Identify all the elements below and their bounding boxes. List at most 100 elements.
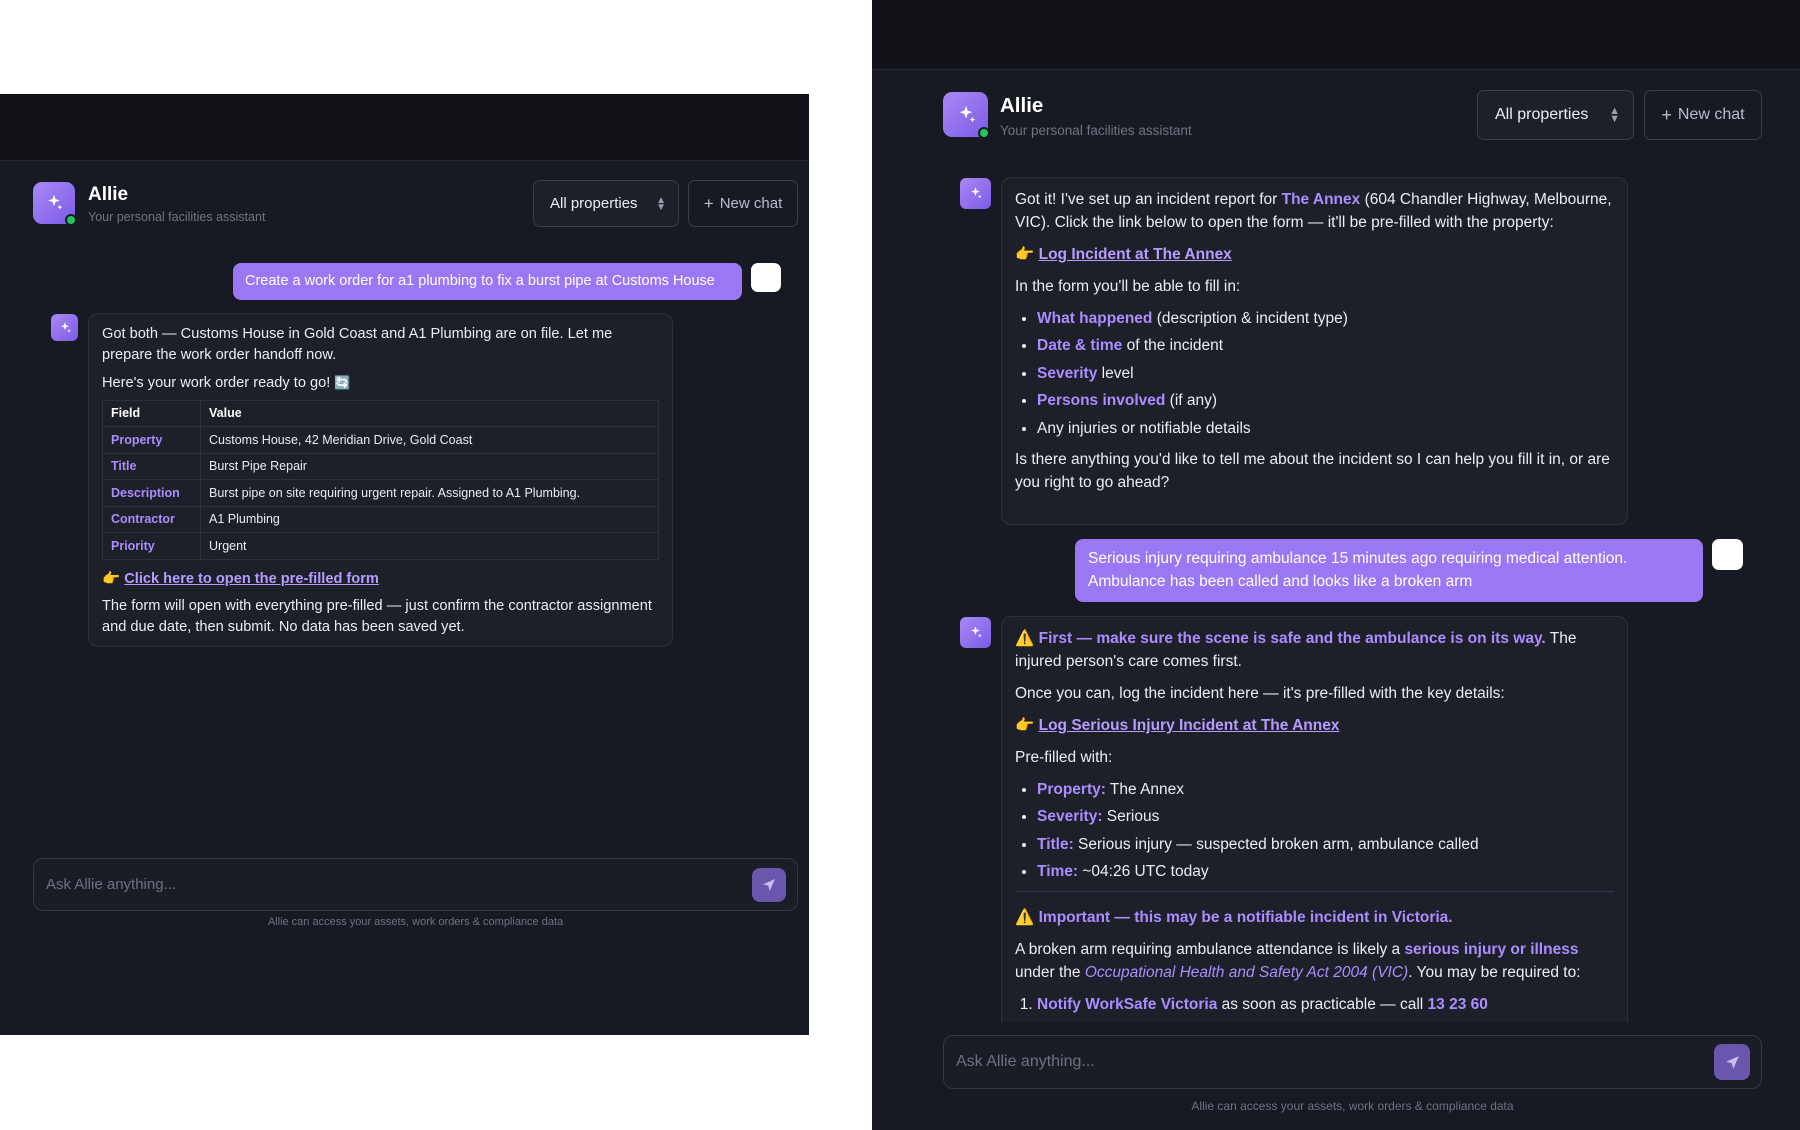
pointing-hand-icon: 👉: [102, 570, 121, 587]
list-item-value: Serious: [1102, 808, 1160, 826]
chat-input-box: [943, 1035, 1762, 1089]
chat-input[interactable]: [956, 1036, 1696, 1088]
log-intro: Once you can, log the incident here — it…: [1015, 685, 1505, 702]
list-item: Date & time of the incident: [1037, 334, 1614, 357]
follow-up-question: Is there anything you'd like to tell me …: [1015, 450, 1610, 491]
phone-number: 13 23 60: [1427, 996, 1488, 1014]
list-item-highlight: Persons involved: [1037, 392, 1166, 410]
log-incident-link[interactable]: Log Incident at The Annex: [1039, 246, 1232, 263]
assistant-name: Allie: [1000, 94, 1044, 117]
list-item-key: Title:: [1037, 835, 1074, 853]
footnote: Allie can access your assets, work order…: [1191, 1099, 1514, 1113]
notif-text: under the: [1015, 964, 1085, 982]
list-item-key: Severity:: [1037, 808, 1103, 826]
user-avatar: [751, 263, 781, 292]
step-text: as soon as practicable — call: [1217, 996, 1428, 1014]
chat-input-box: [33, 858, 798, 911]
list-item-value: ~04:26 UTC today: [1078, 863, 1209, 881]
prefilled-list: Property: The Annex Severity: Serious Ti…: [1037, 778, 1614, 883]
list-item-text: Any injuries or notifiable details: [1037, 419, 1251, 437]
assistant-message-card: Got it! I've set up an incident report f…: [1001, 177, 1628, 525]
intro-text: Got it! I've set up an incident report f…: [1015, 191, 1282, 208]
notifiable-explanation: A broken arm requiring ambulance attenda…: [1015, 938, 1614, 984]
assistant-subtitle: Your personal facilities assistant: [88, 210, 266, 224]
list-item: What happened (description & incident ty…: [1037, 307, 1614, 330]
table-cell-field: Priority: [102, 532, 201, 560]
log-serious-injury-link[interactable]: Log Serious Injury Incident at The Annex: [1039, 717, 1340, 734]
top-bar: [872, 0, 1800, 70]
send-icon: [763, 879, 775, 891]
send-button[interactable]: [752, 868, 786, 902]
chat-input[interactable]: [46, 859, 736, 910]
sparkle-icon: [971, 187, 982, 199]
table-row: Priority Urgent: [102, 532, 659, 560]
assistant-avatar: [51, 314, 78, 341]
work-order-table: Field Value Property Customs House, 42 Me…: [102, 399, 659, 560]
act-reference: Occupational Health and Safety Act 2004 …: [1084, 964, 1409, 982]
list-item-value: The Annex: [1105, 781, 1185, 798]
list-item-key: Time:: [1037, 863, 1079, 881]
new-chat-button[interactable]: + New chat: [1644, 90, 1762, 140]
right-chat-panel: Allie Your personal facilities assistant…: [872, 0, 1800, 1130]
list-item: Persons involved (if any): [1037, 389, 1614, 412]
table-cell-value: Burst Pipe Repair: [200, 452, 659, 480]
table-cell-field: Property: [102, 426, 201, 454]
top-bar: [0, 94, 809, 161]
sparkle-icon: [971, 626, 982, 638]
table-header-value: Value: [200, 399, 659, 427]
ready-line: Here's your work order ready to go! 🔄: [102, 373, 659, 394]
plus-icon: +: [703, 193, 714, 213]
assistant-subtitle: Your personal facilities assistant: [1000, 123, 1192, 138]
chevron-updown-icon: ▲ ▼: [656, 195, 666, 213]
notif-text: A broken arm requiring ambulance attenda…: [1015, 941, 1405, 959]
table-row: Property Customs House, 42 Meridian Drive…: [102, 426, 659, 454]
table-cell-field: Title: [102, 452, 201, 480]
important-highlight: Important — this may be a notifiable inc…: [1038, 909, 1453, 927]
plus-icon: +: [1661, 104, 1672, 125]
step-highlight: Notify WorkSafe Victoria: [1037, 996, 1218, 1014]
user-message-bubble: Serious injury requiring ambulance 15 mi…: [1075, 539, 1703, 602]
open-prefilled-form-link[interactable]: Click here to open the pre-filled form: [124, 571, 379, 587]
online-status-dot: [978, 127, 990, 139]
warning-icon: ⚠️: [1015, 630, 1035, 647]
table-cell-value: Urgent: [200, 532, 659, 560]
assistant-message-card: ⚠️ First — make sure the scene is safe a…: [1001, 616, 1628, 1086]
user-avatar: [1712, 539, 1743, 570]
list-item-highlight: What happened: [1037, 310, 1153, 327]
pointing-hand-icon: 👉: [1015, 246, 1035, 263]
allie-avatar: [943, 92, 990, 139]
notif-highlight: serious injury or illness: [1404, 941, 1579, 959]
property-select[interactable]: All properties ▲ ▼: [533, 180, 679, 227]
list-item-text: (description & incident type): [1152, 310, 1348, 327]
warning-icon: ⚠️: [1015, 909, 1035, 927]
table-cell-value: Burst pipe on site requiring urgent repa…: [200, 479, 659, 507]
table-cell-value: Customs House, 42 Meridian Drive, Gold C…: [200, 426, 659, 454]
table-header-field: Field: [102, 399, 201, 427]
safety-first: ⚠️ First — make sure the scene is safe a…: [1015, 627, 1614, 673]
new-chat-button[interactable]: + New chat: [688, 180, 798, 227]
send-button[interactable]: [1714, 1044, 1750, 1080]
new-chat-label: New chat: [719, 195, 783, 212]
list-item: Notify WorkSafe Victoria as soon as prac…: [1037, 993, 1614, 1016]
fill-list: What happened (description & incident ty…: [1037, 307, 1614, 440]
sparkle-icon: [959, 105, 975, 122]
assistant-avatar: [960, 178, 991, 209]
refresh-emoji-icon: 🔄: [334, 375, 351, 390]
assistant-avatar: [960, 617, 991, 648]
important-notice: ⚠️ Important — this may be a notifiable …: [1015, 906, 1614, 929]
table-cell-field: Description: [102, 479, 201, 507]
required-steps-list: Notify WorkSafe Victoria as soon as prac…: [1037, 993, 1614, 1016]
table-row: Title Burst Pipe Repair: [102, 452, 659, 480]
footnote: Allie can access your assets, work order…: [267, 916, 564, 928]
assistant-message-card: Got both — Customs House in Gold Coast a…: [88, 313, 673, 647]
assistant-name: Allie: [88, 184, 129, 205]
left-chat-panel: Allie Your personal facilities assistant…: [0, 94, 809, 1035]
safety-highlight: First — make sure the scene is safe and …: [1038, 630, 1546, 647]
property-select[interactable]: All properties ▲ ▼: [1477, 90, 1634, 140]
assistant-intro: Got both — Customs House in Gold Coast a…: [102, 326, 613, 363]
list-item: Title: Serious injury — suspected broken…: [1037, 833, 1614, 856]
property-select-value: All properties: [550, 195, 638, 212]
list-item: Property: The Annex: [1037, 778, 1614, 801]
table-row: Contractor A1 Plumbing: [102, 505, 659, 533]
form-link-line: 👉 Click here to open the pre-filled form: [102, 569, 659, 590]
